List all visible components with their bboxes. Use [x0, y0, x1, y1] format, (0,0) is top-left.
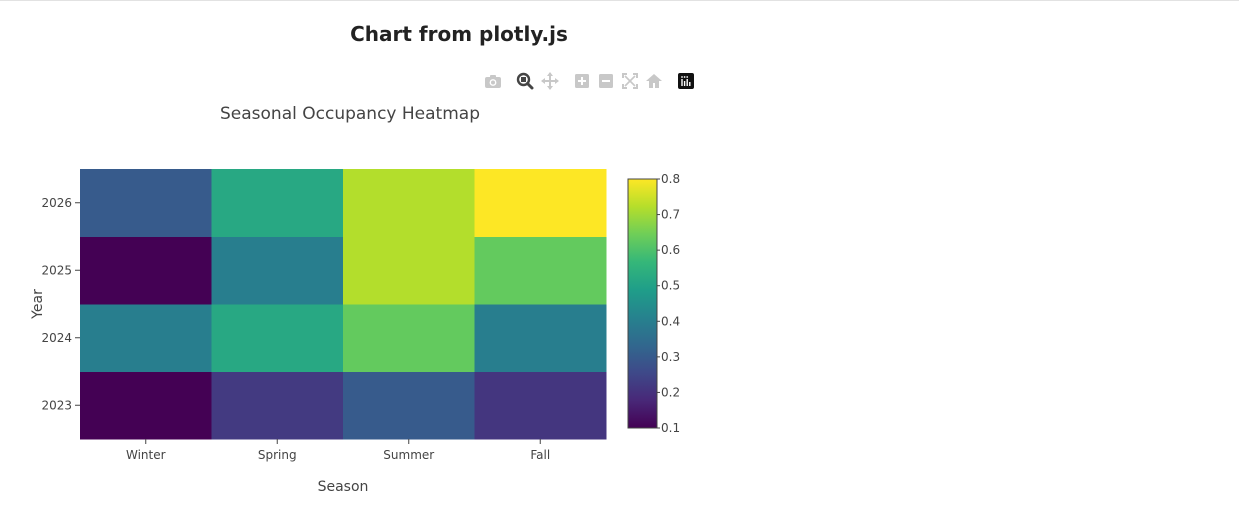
- heatmap-cells: [80, 169, 607, 440]
- heatmap-cell: [80, 169, 212, 237]
- colorbar-tick-label: 0.2: [661, 385, 680, 399]
- heatmap-cell: [80, 371, 212, 440]
- pan-icon[interactable]: [541, 72, 559, 90]
- heatmap-cell: [343, 304, 475, 372]
- x-tick-label: Spring: [258, 448, 297, 462]
- heatmap-cell: [211, 371, 344, 440]
- zoom-out-icon[interactable]: [597, 72, 615, 90]
- heatmap-svg: Seasonal Occupancy Heatmap Winter Spring S…: [30, 104, 680, 495]
- camera-icon[interactable]: [484, 72, 502, 90]
- colorbar-tick-label: 0.7: [661, 208, 680, 222]
- y-tick-label: 2024: [41, 331, 72, 345]
- plotly-logo-icon[interactable]: [677, 72, 695, 90]
- zoom-in-icon[interactable]: [573, 72, 591, 90]
- heatmap-cell: [211, 236, 344, 305]
- x-tick-label: Winter: [126, 448, 166, 462]
- heatmap-cell: [474, 169, 607, 237]
- heatmap-cell: [474, 371, 607, 440]
- x-axis-ticks: Winter Spring Summer Fall: [126, 439, 550, 462]
- colorbar-tick-label: 0.3: [661, 350, 680, 364]
- heatmap-cell: [80, 304, 212, 372]
- heatmap-cell: [211, 304, 344, 372]
- colorbar-tick-label: 0.6: [661, 243, 680, 257]
- heatmap-cell: [474, 236, 607, 305]
- y-tick-label: 2025: [41, 263, 72, 277]
- y-tick-label: 2023: [41, 398, 72, 412]
- heatmap-cell: [80, 236, 212, 305]
- heatmap-cell: [343, 236, 475, 305]
- x-tick-label: Summer: [383, 448, 434, 462]
- y-axis-ticks: 2023 2024 2025 2026: [41, 196, 80, 412]
- colorbar-tick-label: 0.5: [661, 279, 680, 293]
- heatmap-chart: Seasonal Occupancy Heatmap Winter Spring S…: [0, 95, 720, 515]
- heatmap-cell: [343, 371, 475, 440]
- page-title: Chart from plotly.js: [350, 22, 568, 46]
- zoom-icon[interactable]: [516, 72, 534, 90]
- colorbar-tick-label: 0.1: [661, 421, 680, 435]
- top-divider: [0, 0, 1239, 1]
- colorbar-tick-label: 0.4: [661, 314, 680, 328]
- heatmap-cell: [211, 169, 344, 237]
- y-axis-title: Year: [30, 289, 46, 320]
- x-tick-label: Fall: [530, 448, 550, 462]
- colorbar-ticks: 0.1 0.2 0.3 0.4 0.5 0.6 0.7 0.8: [657, 172, 680, 435]
- heatmap-cell: [343, 169, 475, 237]
- heatmap-cell: [474, 304, 607, 372]
- reset-axes-icon[interactable]: [645, 72, 663, 90]
- colorbar: [627, 178, 658, 429]
- chart-title: Seasonal Occupancy Heatmap: [220, 104, 480, 124]
- y-tick-label: 2026: [41, 196, 72, 210]
- colorbar-tick-label: 0.8: [661, 172, 680, 186]
- x-axis-title: Season: [318, 479, 369, 495]
- autoscale-icon[interactable]: [621, 72, 639, 90]
